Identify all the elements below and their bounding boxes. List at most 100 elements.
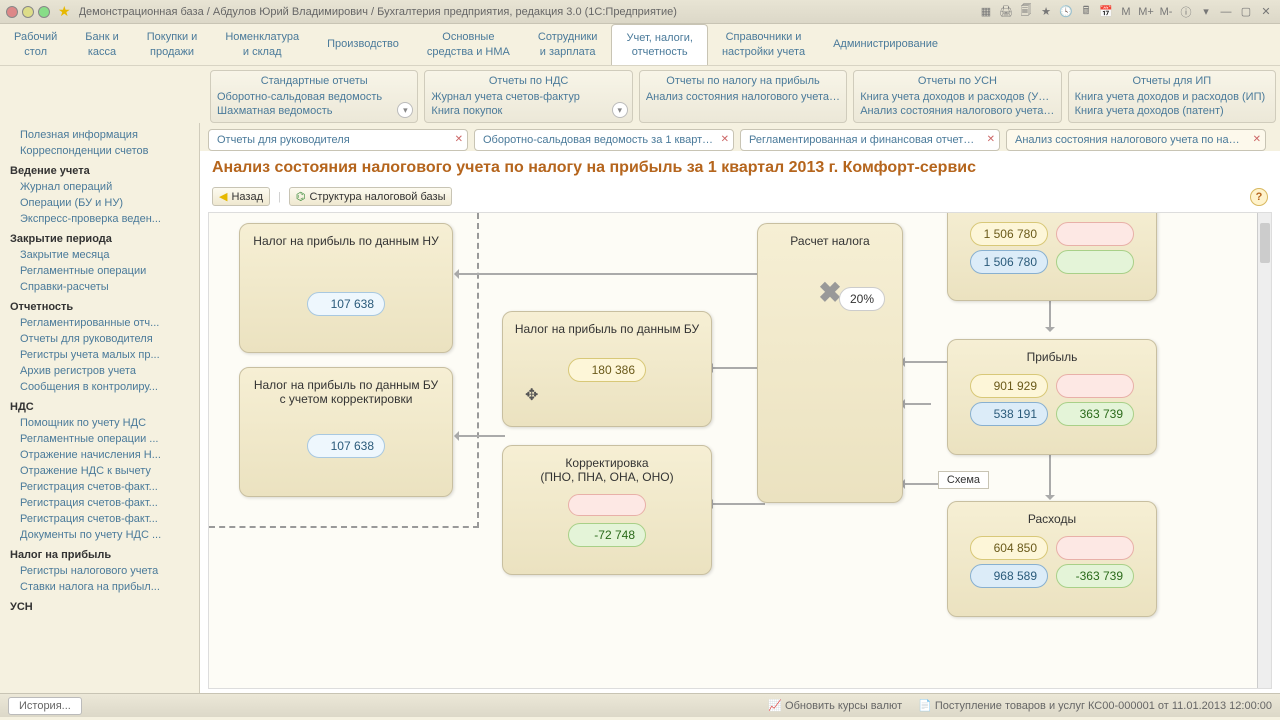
value-pill: 968 589 — [970, 564, 1048, 588]
sidebar-item[interactable]: Сообщения в контролиру... — [0, 379, 199, 395]
minimize-icon[interactable] — [22, 6, 34, 18]
nav-tab[interactable]: Рабочий стол — [0, 24, 71, 65]
close-icon[interactable]: ✕ — [1258, 4, 1274, 20]
nav-tab[interactable]: Администрирование — [819, 24, 952, 65]
max-icon[interactable]: ▢ — [1238, 4, 1254, 20]
toolbar-icon[interactable]: ★ — [1038, 4, 1054, 20]
document-tab[interactable]: Регламентированная и финансовая отчетнос… — [740, 129, 1000, 151]
sidebar-item[interactable]: Отражение начисления Н... — [0, 447, 199, 463]
value-pill: 180 386 — [568, 358, 646, 382]
toolbar-icon[interactable]: ▦ — [978, 4, 994, 20]
sidebar-item[interactable]: Полезная информация — [0, 127, 199, 143]
mminus-icon[interactable]: M- — [1158, 4, 1174, 20]
toolbar-icon[interactable]: 🕓 — [1058, 4, 1074, 20]
sidebar-item[interactable]: Регламентные операции ... — [0, 431, 199, 447]
history-button[interactable]: История... — [8, 697, 82, 715]
group-item[interactable]: Книга учета доходов и расходов (ИП) — [1075, 90, 1269, 104]
info-icon[interactable]: ⓘ — [1178, 4, 1194, 20]
sidebar-item[interactable]: Регистрация счетов-факт... — [0, 479, 199, 495]
value-pill: 1 506 780 — [970, 222, 1048, 246]
sidebar-item[interactable]: Помощник по учету НДС — [0, 415, 199, 431]
sidebar-item[interactable]: Отчеты для руководителя — [0, 331, 199, 347]
toolbar-icon[interactable]: 🖨 — [998, 4, 1014, 20]
box-expense[interactable]: Расходы 604 850 968 589-363 739 — [947, 501, 1157, 617]
close-tab-icon[interactable]: ✕ — [455, 134, 463, 145]
m-icon[interactable]: M — [1118, 4, 1134, 20]
group-item[interactable]: Анализ состояния налогового учета п... — [646, 90, 840, 104]
sidebar-item[interactable]: Регистрация счетов-факт... — [0, 495, 199, 511]
min-icon[interactable]: — — [1218, 4, 1234, 20]
group-item[interactable]: Книга учета доходов (патент) — [1075, 104, 1269, 118]
nav-tab[interactable]: Банк и касса — [71, 24, 132, 65]
dropdown-icon[interactable]: ▾ — [1198, 4, 1214, 20]
box-title: Налог на прибыль по данным НУ — [250, 234, 442, 248]
value-pill: 107 638 — [307, 292, 385, 316]
document-tab[interactable]: Оборотно-сальдовая ведомость за 1 кварта… — [474, 129, 734, 151]
status-text[interactable]: 📄 Поступление товаров и услуг КС00-00000… — [918, 699, 1272, 712]
box-tax-bu[interactable]: Налог на прибыль по данным БУ 180 386 — [502, 311, 712, 427]
help-icon[interactable]: ? — [1250, 188, 1268, 206]
value-pill — [1056, 374, 1134, 398]
group-item[interactable]: Журнал учета счетов-фактур — [431, 90, 625, 104]
maximize-icon[interactable] — [38, 6, 50, 18]
calc-icon[interactable]: 🖩 — [1078, 4, 1094, 20]
sidebar-item[interactable]: Регламентные операции — [0, 263, 199, 279]
back-button[interactable]: ◀Назад — [212, 187, 270, 206]
group-item[interactable]: Книга учета доходов и расходов (УСН) — [860, 90, 1054, 104]
close-icon[interactable] — [6, 6, 18, 18]
nav-tab[interactable]: Покупки и продажи — [133, 24, 212, 65]
calendar-icon[interactable]: 📅 — [1098, 4, 1114, 20]
nav-tab[interactable]: Сотрудники и зарплата — [524, 24, 612, 65]
group-item[interactable]: Оборотно-сальдовая ведомость — [217, 90, 411, 104]
sidebar-item[interactable]: Операции (БУ и НУ) — [0, 195, 199, 211]
sidebar-item[interactable]: Регламентированные отч... — [0, 315, 199, 331]
sidebar-item[interactable]: Архив регистров учета — [0, 363, 199, 379]
status-text[interactable]: 📈 Обновить курсы валют — [768, 699, 902, 712]
report-toolbar: ◀Назад | ⌬Структура налоговой базы ? — [200, 185, 1280, 212]
box-calc[interactable]: Расчет налога ✖ 20% — [757, 223, 903, 503]
sidebar-header: Отчетность — [0, 295, 199, 315]
sidebar-item[interactable]: Ставки налога на прибыл... — [0, 579, 199, 595]
sidebar-item[interactable]: Регистрация счетов-факт... — [0, 511, 199, 527]
value-pill: -363 739 — [1056, 564, 1134, 588]
document-tab[interactable]: Отчеты для руководителя✕ — [208, 129, 468, 151]
sidebar-item[interactable]: Журнал операций — [0, 179, 199, 195]
structure-button[interactable]: ⌬Структура налоговой базы — [289, 187, 453, 206]
group-item[interactable]: Анализ состояния налогового учета п... — [860, 104, 1054, 118]
nav-tab[interactable]: Учет, налоги, отчетность — [611, 24, 707, 65]
move-cursor-icon: ✥ — [525, 385, 538, 405]
toolbar-icon[interactable]: 🗐 — [1018, 4, 1034, 20]
star-icon[interactable]: ★ — [58, 3, 71, 20]
nav-tab[interactable]: Основные средства и НМА — [413, 24, 524, 65]
sidebar: Полезная информацияКорреспонденции счето… — [0, 123, 200, 693]
scrollbar-vertical[interactable] — [1257, 213, 1271, 688]
group-item[interactable]: Шахматная ведомость — [217, 104, 411, 118]
close-tab-icon[interactable]: ✕ — [987, 134, 995, 145]
dropdown-icon[interactable]: ▾ — [612, 102, 628, 118]
report-group: Отчеты по НДСЖурнал учета счетов-фактурК… — [424, 70, 632, 123]
sidebar-item[interactable]: Регистры налогового учета — [0, 563, 199, 579]
mplus-icon[interactable]: M+ — [1138, 4, 1154, 20]
group-item[interactable]: Книга покупок — [431, 104, 625, 118]
box-profit[interactable]: Прибыль 901 929 538 191363 739 — [947, 339, 1157, 455]
close-tab-icon[interactable]: ✕ — [1253, 134, 1261, 145]
sidebar-item[interactable]: Закрытие месяца — [0, 247, 199, 263]
diagram-canvas[interactable]: Налог на прибыль по данным НУ 107 638 На… — [208, 212, 1272, 689]
nav-tab[interactable]: Номенклатура и склад — [211, 24, 313, 65]
sidebar-item[interactable]: Экспресс-проверка веден... — [0, 211, 199, 227]
schema-label[interactable]: Схема — [938, 471, 989, 489]
sidebar-item[interactable]: Корреспонденции счетов — [0, 143, 199, 159]
report-group: Отчеты для ИПКнига учета доходов и расхо… — [1068, 70, 1276, 123]
close-tab-icon[interactable]: ✕ — [721, 134, 729, 145]
sidebar-item[interactable]: Справки-расчеты — [0, 279, 199, 295]
sidebar-item[interactable]: Регистры учета малых пр... — [0, 347, 199, 363]
box-correction[interactable]: Корректировка (ПНО, ПНА, ОНА, ОНО) -72 7… — [502, 445, 712, 575]
box-tax-nu[interactable]: Налог на прибыль по данным НУ 107 638 — [239, 223, 453, 353]
nav-tab[interactable]: Справочники и настройки учета — [708, 24, 819, 65]
sidebar-item[interactable]: Документы по учету НДС ... — [0, 527, 199, 543]
document-tab[interactable]: Анализ состояния налогового учета по нал… — [1006, 129, 1266, 151]
nav-tab[interactable]: Производство — [313, 24, 413, 65]
box-income[interactable]: 1 506 780 1 506 780 — [947, 212, 1157, 301]
box-tax-bu-corr[interactable]: Налог на прибыль по данным БУ с учетом к… — [239, 367, 453, 497]
sidebar-item[interactable]: Отражение НДС к вычету — [0, 463, 199, 479]
